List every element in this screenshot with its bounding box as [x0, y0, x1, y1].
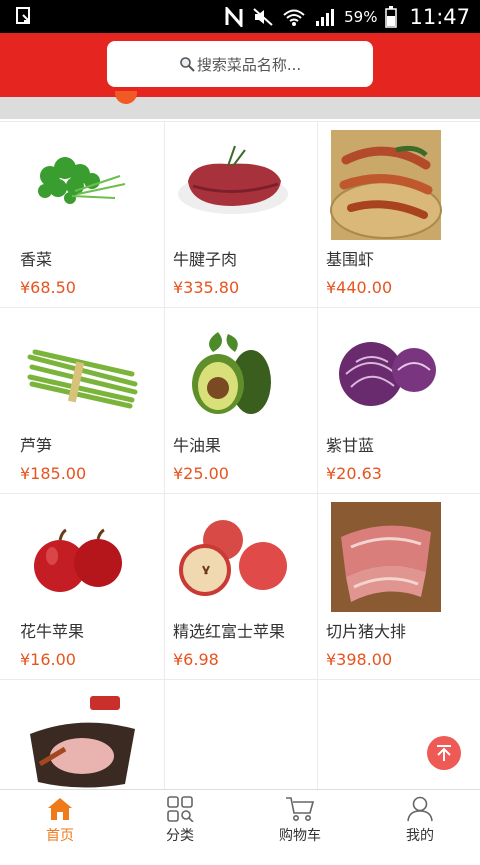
back-to-top-button[interactable]: [427, 736, 461, 770]
product-price: ¥25.00: [173, 464, 229, 483]
status-bar: 59% 11:47: [0, 0, 480, 33]
tab-home[interactable]: 首页: [0, 790, 120, 854]
cart-icon: [286, 797, 315, 821]
product-price: ¥398.00: [326, 650, 393, 669]
product-card[interactable]: 切片猪大排 ¥398.00: [318, 494, 480, 679]
product-name: 精选红富士苹果: [173, 622, 286, 641]
product-price: ¥6.98: [173, 650, 219, 669]
product-card[interactable]: 香菜 ¥68.50: [0, 122, 164, 307]
product-grid: 香菜 ¥68.50 牛腱子肉 ¥335.80 基围虾 ¥440.00 芦笋 ¥1…: [0, 121, 480, 865]
product-card[interactable]: 牛油果 ¥25.00: [165, 308, 317, 493]
product-name: 紫甘蓝: [326, 436, 375, 455]
nfc-icon: [225, 6, 243, 27]
download-icon: [16, 7, 30, 24]
product-card[interactable]: 牛腱子肉 ¥335.80: [165, 122, 317, 307]
signal-icon: [316, 8, 335, 26]
red-cabbage-image: [339, 342, 436, 406]
product-price: ¥335.80: [173, 278, 240, 297]
product-card[interactable]: 基围虾 ¥440.00: [318, 122, 480, 307]
asparagus-image: [27, 349, 138, 409]
product-name: 牛腱子肉: [173, 250, 238, 269]
tab-label: 我的: [406, 828, 434, 844]
product-card[interactable]: 芦笋 ¥185.00: [0, 308, 164, 493]
search-placeholder: 搜索菜品名称...: [196, 55, 302, 74]
pork-chop-image: [331, 502, 441, 612]
banner-indicator: [115, 91, 137, 104]
search-icon: [180, 57, 195, 72]
mute-icon: [253, 7, 273, 26]
product-price: ¥185.00: [20, 464, 87, 483]
bottom-tab-bar: 首页 分类 购物车 我的: [0, 789, 480, 854]
tab-category[interactable]: 分类: [120, 790, 240, 854]
arrow-up-icon: [437, 745, 451, 761]
product-name: 基围虾: [326, 250, 375, 269]
product-card[interactable]: 花牛苹果 ¥16.00: [0, 494, 164, 679]
product-name: 切片猪大排: [326, 622, 407, 641]
tab-label: 购物车: [279, 828, 321, 844]
apple-image: [34, 528, 122, 592]
avocado-image: [192, 332, 271, 414]
clock: 11:47: [409, 4, 470, 29]
tab-label: 首页: [46, 828, 74, 844]
product-name: 芦笋: [20, 436, 53, 455]
shrimp-image: [330, 130, 442, 240]
tab-label: 分类: [166, 828, 194, 844]
search-input[interactable]: 搜索菜品名称...: [107, 41, 373, 87]
tab-cart[interactable]: 购物车: [240, 790, 360, 854]
wifi-icon: [283, 9, 305, 26]
banner-strip: [0, 91, 480, 119]
product-name: 香菜: [20, 250, 53, 269]
pork-platter-image: [30, 696, 135, 788]
product-price: ¥20.63: [326, 464, 382, 483]
product-price: ¥440.00: [326, 278, 393, 297]
fuji-apple-image: [179, 520, 287, 596]
product-price: ¥16.00: [20, 650, 76, 669]
home-icon: [48, 798, 72, 820]
beef-shank-image: [178, 145, 288, 214]
user-icon: [407, 796, 433, 822]
battery-icon: [385, 5, 398, 28]
product-card[interactable]: 紫甘蓝 ¥20.63: [318, 308, 480, 493]
tab-profile[interactable]: 我的: [360, 790, 480, 854]
product-name: 牛油果: [173, 436, 222, 455]
category-icon: [167, 796, 194, 822]
header: 搜索菜品名称...: [0, 33, 480, 97]
cilantro-image: [38, 157, 126, 204]
product-card[interactable]: 精选红富士苹果 ¥6.98: [165, 494, 317, 679]
product-price: ¥68.50: [20, 278, 76, 297]
battery-percent: 59%: [344, 7, 378, 26]
product-name: 花牛苹果: [20, 622, 85, 641]
